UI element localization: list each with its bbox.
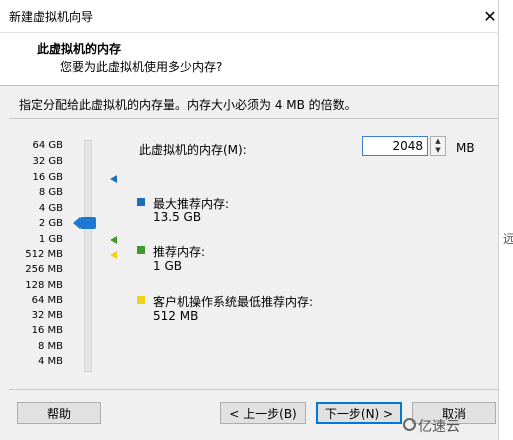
minimum-recommended-label: 客户机操作系统最低推荐内存:: [153, 295, 314, 309]
scale-label: 256 MB: [25, 264, 63, 275]
scale-label: 64 GB: [32, 140, 63, 151]
max-recommended-color-icon: [137, 198, 145, 206]
page-title: 此虚拟机的内存: [37, 42, 122, 56]
recommended-label: 推荐内存:: [153, 245, 206, 259]
scale-label: 32 GB: [32, 156, 63, 167]
scale-label: 32 MB: [31, 310, 63, 321]
back-button[interactable]: < 上一步(B): [220, 402, 306, 424]
scale-label: 128 MB: [25, 280, 63, 291]
scale-label: 64 MB: [31, 295, 63, 306]
minimum-recommended-color-icon: [137, 296, 145, 304]
scale-label: 8 GB: [38, 187, 63, 198]
page-subtitle: 您要为此虚拟机使用多少内存?: [60, 60, 223, 74]
watermark-logo-icon: [403, 418, 416, 431]
background-window-edge: [498, 0, 513, 440]
divider: [9, 118, 498, 119]
scale-label: 16 GB: [32, 172, 63, 183]
divider: [9, 389, 498, 390]
recommended-color-icon: [137, 246, 145, 254]
scale-label: 16 MB: [31, 325, 63, 336]
scale-label: 8 MB: [37, 341, 63, 352]
memory-input[interactable]: [362, 136, 428, 156]
recommended-marker-icon: [110, 236, 117, 244]
memory-slider-track[interactable]: [84, 140, 92, 372]
background-window-text: 远: [503, 232, 513, 246]
scale-label: 512 MB: [25, 249, 63, 260]
scale-label: 2 GB: [38, 218, 63, 229]
memory-slider-thumb[interactable]: [73, 217, 96, 229]
memory-unit: MB: [456, 141, 475, 155]
minimum-recommended-value: 512 MB: [153, 309, 199, 323]
minimum-recommended-marker-icon: [110, 251, 117, 259]
memory-spinner[interactable]: ▲ ▼: [430, 136, 446, 156]
scale-label: 4 GB: [38, 203, 63, 214]
scale-label: 1 GB: [38, 234, 63, 245]
max-recommended-value: 13.5 GB: [153, 210, 202, 224]
spin-down-icon[interactable]: ▼: [431, 146, 445, 155]
scale-label: 4 MB: [37, 356, 63, 367]
max-recommended-marker-icon: [110, 175, 117, 183]
help-button[interactable]: 帮助: [17, 402, 101, 424]
memory-label: 此虚拟机的内存(M):: [139, 143, 247, 157]
next-button[interactable]: 下一步(N) >: [316, 402, 402, 424]
window-title: 新建虚拟机向导: [9, 10, 94, 24]
watermark: 亿速云: [418, 419, 460, 435]
instruction-text: 指定分配给此虚拟机的内存量。内存大小必须为 4 MB 的倍数。: [19, 98, 357, 112]
spin-up-icon[interactable]: ▲: [431, 137, 445, 146]
recommended-value: 1 GB: [153, 259, 182, 273]
